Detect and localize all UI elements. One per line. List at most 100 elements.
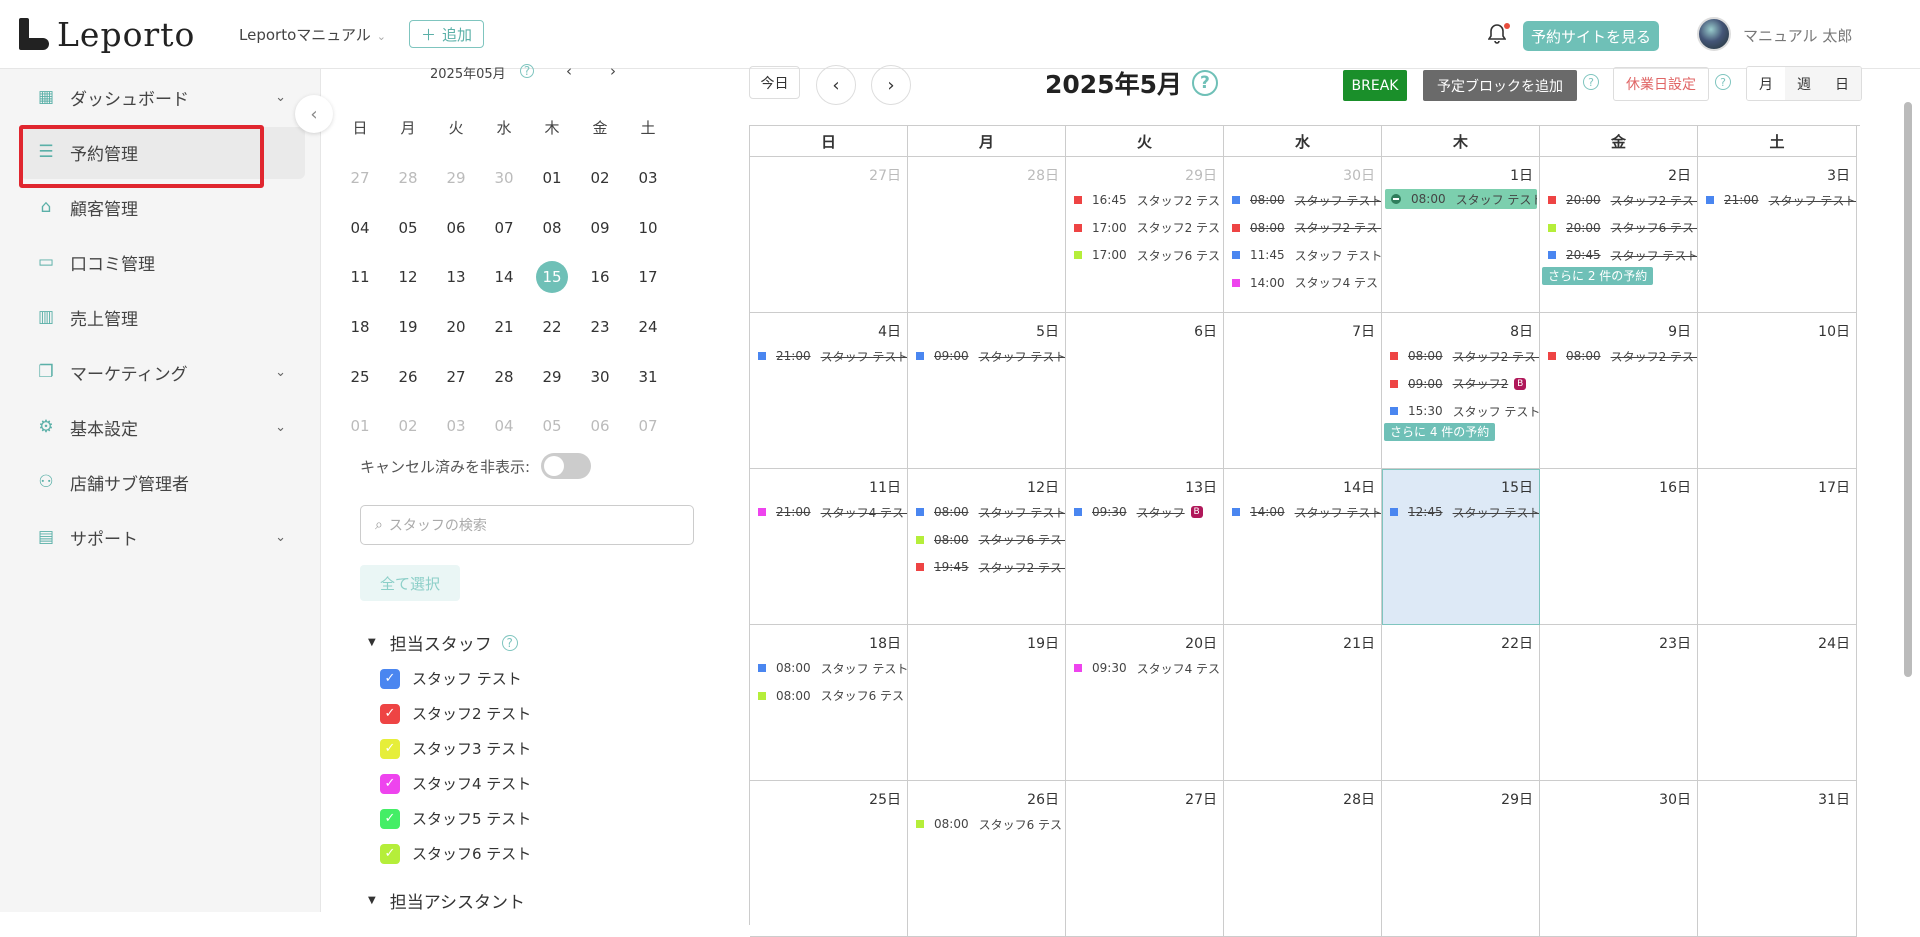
mini-cal-day[interactable]: 01 <box>344 410 376 442</box>
reservation-event[interactable]: 08:00 スタッフ テスト <box>758 658 907 678</box>
reservation-event[interactable]: 14:00 スタッフ4 テスト <box>1232 273 1381 293</box>
calendar-day-cell[interactable]: 2日 20:00 スタッフ2 テスト 20:00 スタッフ6 テスト 20:45 スタッフ … <box>1540 157 1698 313</box>
mini-cal-day[interactable]: 03 <box>440 410 472 442</box>
add-block-button[interactable]: 予定ブロックを追加 <box>1423 70 1577 101</box>
calendar-day-cell[interactable]: 1日 08:00 スタッフ テスト <box>1382 157 1540 313</box>
calendar-day-cell[interactable]: 16日 <box>1540 469 1698 625</box>
reservation-event[interactable]: 09:30 スタッフ B <box>1074 502 1223 522</box>
calendar-day-cell[interactable]: 29日 16:45 スタッフ2 テスト 17:00 スタッフ2 テスト 17:00 スタッフ… <box>1066 157 1224 313</box>
prev-month-button[interactable]: ‹ <box>816 65 856 105</box>
mini-cal-day[interactable]: 28 <box>392 162 424 194</box>
calendar-day-cell[interactable]: 14日 14:00 スタッフ テスト <box>1224 469 1382 625</box>
calendar-day-cell[interactable]: 30日 <box>1540 781 1698 937</box>
calendar-day-cell[interactable]: 17日 <box>1698 469 1857 625</box>
calendar-day-cell[interactable]: 28日 <box>1224 781 1382 937</box>
mini-cal-day[interactable]: 24 <box>632 311 664 343</box>
mini-cal-day[interactable]: 28 <box>488 361 520 393</box>
mini-cal-day[interactable]: 12 <box>392 261 424 293</box>
mini-cal-day[interactable]: 08 <box>536 212 568 244</box>
reservation-event[interactable]: 21:00 スタッフ4 テスト <box>758 502 907 522</box>
staff-checkbox-row[interactable]: ✓ スタッフ テスト <box>380 668 522 689</box>
calendar-day-cell[interactable]: 29日 <box>1382 781 1540 937</box>
mini-cal-day[interactable]: 04 <box>344 212 376 244</box>
calendar-day-cell[interactable]: 9日 08:00 スタッフ2 テスト <box>1540 313 1698 469</box>
view-2[interactable]: 日 <box>1823 67 1861 100</box>
help-icon[interactable]: ? <box>501 634 518 651</box>
view-booking-site-button[interactable]: 予約サイトを見る <box>1523 21 1659 51</box>
reservation-event[interactable]: 08:00 スタッフ6 テスト <box>758 686 907 706</box>
staff-checkbox-row[interactable]: ✓ スタッフ5 テスト <box>380 808 531 829</box>
sidebar-item-8[interactable]: ▤ サポート ⌄ <box>36 522 286 552</box>
calendar-day-cell[interactable]: 10日 <box>1698 313 1857 469</box>
holiday-settings-button[interactable]: 休業日設定 <box>1613 67 1709 101</box>
reservation-event[interactable]: 08:00 スタッフ2 テスト <box>1390 346 1539 366</box>
mini-cal-day[interactable]: 29 <box>440 162 472 194</box>
calendar-day-cell[interactable]: 31日 <box>1698 781 1857 937</box>
mini-cal-day[interactable]: 21 <box>488 311 520 343</box>
reservation-event[interactable]: 20:45 スタッフ テスト <box>1548 245 1697 265</box>
calendar-day-cell[interactable]: 24日 <box>1698 625 1857 781</box>
next-month-button[interactable]: › <box>871 65 911 105</box>
today-button[interactable]: 今日 <box>749 66 800 99</box>
reservation-event[interactable]: 12:45 スタッフ テスト <box>1390 502 1539 522</box>
calendar-day-cell[interactable]: 15日 12:45 スタッフ テスト <box>1382 469 1540 625</box>
add-button[interactable]: ＋ 追加 <box>409 20 484 48</box>
calendar-day-cell[interactable]: 13日 09:30 スタッフ B <box>1066 469 1224 625</box>
sidebar-item-4[interactable]: ▥ 売上管理 <box>36 302 286 332</box>
calendar-day-cell[interactable]: 26日 08:00 スタッフ6 テスト <box>908 781 1066 937</box>
view-0[interactable]: 月 <box>1747 67 1785 100</box>
mini-cal-day[interactable]: 09 <box>584 212 616 244</box>
sidebar-item-3[interactable]: ▭ 口コミ管理 <box>36 247 286 277</box>
calendar-day-cell[interactable]: 21日 <box>1224 625 1382 781</box>
staff-checkbox-row[interactable]: ✓ スタッフ4 テスト <box>380 773 531 794</box>
sidebar-item-2[interactable]: ⌂ 顧客管理 <box>36 192 286 222</box>
calendar-day-cell[interactable]: 12日 08:00 スタッフ テスト 08:00 スタッフ6 テスト 19:45 スタッフ2… <box>908 469 1066 625</box>
mini-cal-day[interactable]: 19 <box>392 311 424 343</box>
calendar-day-cell[interactable]: 20日 09:30 スタッフ4 テスト <box>1066 625 1224 781</box>
staff-search-input[interactable]: ⌕ スタッフの検索 <box>360 505 694 545</box>
mini-cal-day[interactable]: 31 <box>632 361 664 393</box>
mini-cal-day[interactable]: 30 <box>488 162 520 194</box>
mini-cal-day[interactable]: 15 <box>536 261 568 293</box>
mini-cal-day[interactable]: 06 <box>584 410 616 442</box>
help-icon[interactable]: ? <box>1583 74 1599 90</box>
mini-cal-day[interactable]: 05 <box>392 212 424 244</box>
help-icon[interactable]: ? <box>1715 74 1731 90</box>
reservation-event[interactable]: 14:00 スタッフ テスト <box>1232 502 1381 522</box>
mini-calendar-next-button[interactable]: › <box>610 62 616 80</box>
sidebar-item-5[interactable]: ❐ マーケティング ⌄ <box>36 357 286 387</box>
checkbox-checked-icon[interactable]: ✓ <box>380 773 400 794</box>
mini-cal-day[interactable]: 23 <box>584 311 616 343</box>
calendar-day-cell[interactable]: 22日 <box>1382 625 1540 781</box>
help-icon[interactable]: ? <box>1191 70 1218 96</box>
sidebar-item-7[interactable]: ⚇ 店舗サブ管理者 <box>36 467 286 497</box>
checkbox-checked-icon[interactable]: ✓ <box>380 703 400 724</box>
checkbox-checked-icon[interactable]: ✓ <box>380 843 400 864</box>
reservation-event[interactable]: 16:45 スタッフ2 テスト <box>1074 190 1223 210</box>
calendar-day-cell[interactable]: 25日 <box>750 781 908 937</box>
avatar[interactable] <box>1697 17 1731 51</box>
view-1[interactable]: 週 <box>1785 67 1823 100</box>
checkbox-checked-icon[interactable]: ✓ <box>380 668 400 689</box>
calendar-day-cell[interactable]: 23日 <box>1540 625 1698 781</box>
reservation-event[interactable]: 08:00 スタッフ2 テスト <box>1232 218 1381 238</box>
mini-cal-day[interactable]: 07 <box>488 212 520 244</box>
mini-cal-day[interactable]: 07 <box>632 410 664 442</box>
reservation-event[interactable]: 20:00 スタッフ6 テスト <box>1548 218 1697 238</box>
calendar-day-cell[interactable]: 7日 <box>1224 313 1382 469</box>
mini-cal-day[interactable]: 06 <box>440 212 472 244</box>
calendar-day-cell[interactable]: 18日 08:00 スタッフ テスト 08:00 スタッフ6 テスト <box>750 625 908 781</box>
mini-cal-day[interactable]: 29 <box>536 361 568 393</box>
reservation-event[interactable]: 08:00 スタッフ6 テスト <box>916 530 1065 550</box>
reservation-event[interactable]: 17:00 スタッフ2 テスト <box>1074 218 1223 238</box>
mini-cal-day[interactable]: 03 <box>632 162 664 194</box>
reservation-event[interactable]: 19:45 スタッフ2 テスト <box>916 557 1065 577</box>
calendar-day-cell[interactable]: 3日 21:00 スタッフ テスト <box>1698 157 1857 313</box>
select-all-button[interactable]: 全て選択 <box>360 565 460 601</box>
reservation-event[interactable]: 09:30 スタッフ4 テスト <box>1074 658 1223 678</box>
mini-cal-day[interactable]: 04 <box>488 410 520 442</box>
calendar-day-cell[interactable]: 27日 <box>750 157 908 313</box>
mini-cal-day[interactable]: 27 <box>440 361 472 393</box>
mini-cal-day[interactable]: 22 <box>536 311 568 343</box>
reservation-event[interactable]: 11:45 スタッフ テスト <box>1232 245 1381 265</box>
